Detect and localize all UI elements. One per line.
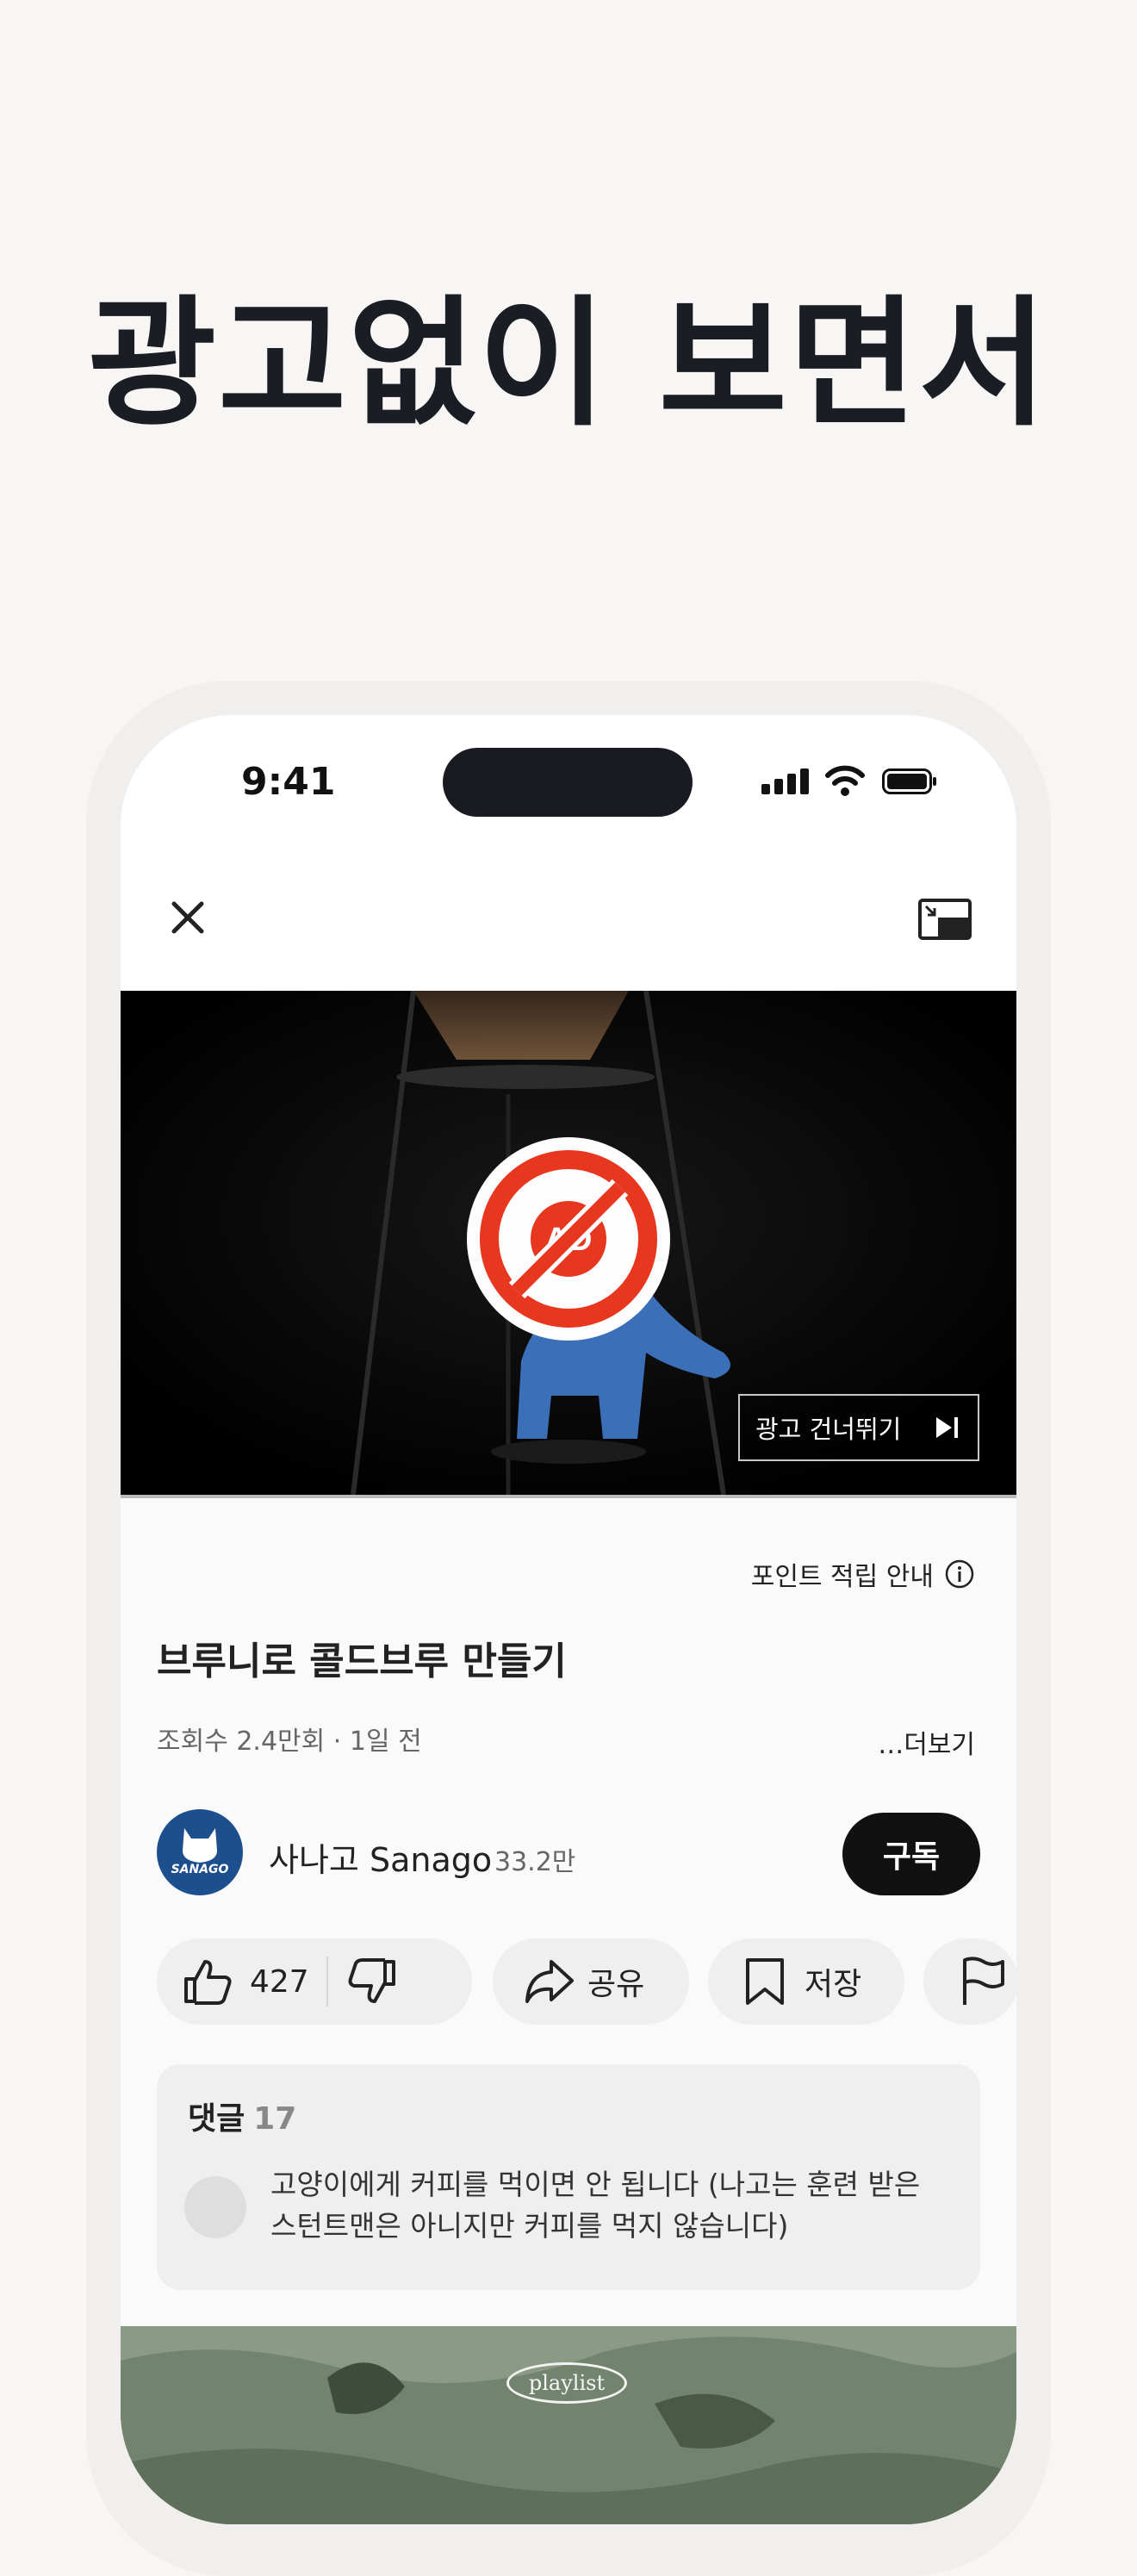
dynamic-island (443, 748, 693, 817)
commenter-avatar (184, 2176, 246, 2238)
comments-section[interactable]: 댓글 17 고양이에게 커피를 먹이면 안 됩니다 (나고는 훈련 받은 스턴트맨… (157, 2064, 980, 2290)
headline: 광고없이 보면서 (88, 283, 1049, 445)
video-title: 브루니로 콜드브루 만들기 (157, 1640, 567, 1683)
bookmark-icon (746, 1958, 784, 2005)
video-progress-bar[interactable] (121, 1495, 1016, 1498)
share-button[interactable]: 공유 (493, 1938, 689, 2025)
thumbs-up-icon[interactable] (181, 1955, 234, 2008)
save-button[interactable]: 저장 (708, 1938, 904, 2025)
share-label: 공유 (587, 1967, 645, 2002)
avatar-logo-text: SANAGO (171, 1863, 229, 1876)
thumbnail-image (121, 2326, 1016, 2524)
next-video-thumbnail[interactable]: playlist (121, 2326, 1016, 2524)
wifi-icon (825, 765, 865, 796)
subscribe-button[interactable]: 구독 (842, 1813, 980, 1895)
save-label: 저장 (805, 1967, 862, 2002)
playlist-tag: playlist (506, 2362, 627, 2404)
comment-text: 고양이에게 커피를 먹이면 안 됩니다 (나고는 훈련 받은 스턴트맨은 아니지… (270, 2168, 921, 2243)
battery-icon (882, 768, 936, 794)
action-row: 427 공유 저장 (157, 1938, 1016, 2025)
like-dislike-pill: 427 (157, 1938, 472, 2025)
channel-avatar[interactable]: SANAGO (157, 1809, 243, 1895)
no-ad-icon: AD (467, 1137, 670, 1341)
skip-ad-label: 광고 건너뛰기 (755, 1415, 902, 1444)
channel-row: SANAGO 사나고 Sanago 33.2만 구독 (157, 1809, 980, 1895)
report-button[interactable] (923, 1938, 1016, 2025)
like-count[interactable]: 427 (250, 1964, 309, 2000)
phone-screen: 9:41 광고 건너뛰기 포인트 적립 안내 브루니로 콜드브루 만들기 조회수… (121, 715, 1016, 2524)
close-icon[interactable] (162, 892, 214, 943)
more-button[interactable]: …더보기 (878, 1723, 975, 1761)
channel-name[interactable]: 사나고 Sanago (269, 1833, 492, 1881)
points-info-link[interactable]: 포인트 적립 안내 (751, 1555, 975, 1593)
info-icon (945, 1559, 974, 1589)
points-label: 포인트 적립 안내 (750, 1562, 934, 1592)
subscriber-count: 33.2만 (494, 1847, 576, 1877)
divider (326, 1957, 328, 2007)
video-meta: 조회수 2.4만회 · 1일 전 (157, 1727, 422, 1757)
signal-icon (761, 768, 811, 794)
pip-icon[interactable] (917, 898, 972, 941)
video-player[interactable]: AD 광고 건너뛰기 (121, 991, 1016, 1495)
status-bar: 9:41 (121, 715, 1016, 844)
player-top-bar (121, 844, 1016, 991)
thumbs-down-icon[interactable] (345, 1955, 399, 2008)
status-time: 9:41 (241, 760, 336, 804)
share-icon (525, 1960, 574, 2003)
skip-ad-button[interactable]: 광고 건너뛰기 (738, 1394, 979, 1461)
comments-count: 17 (253, 2101, 297, 2137)
comments-header: 댓글 17 (188, 2094, 296, 2138)
skip-next-icon (936, 1417, 958, 1438)
cat-logo-icon (183, 1828, 217, 1863)
flag-icon (963, 1957, 1004, 2005)
comments-label: 댓글 (188, 2101, 245, 2137)
